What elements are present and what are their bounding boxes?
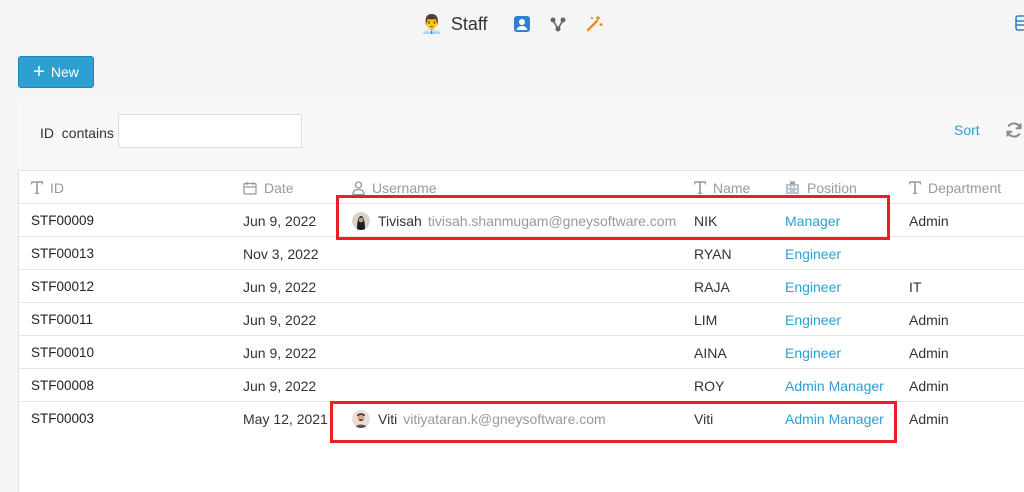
column-header-date[interactable]: Date bbox=[243, 171, 294, 204]
table-header: ID Date Username Name Position Departmen… bbox=[19, 171, 1024, 204]
magic-wand-icon[interactable] bbox=[584, 14, 604, 34]
position-link[interactable]: Admin Manager bbox=[785, 402, 884, 435]
plus-icon: + bbox=[33, 61, 45, 83]
table-row[interactable]: STF00008 Jun 9, 2022 ROY Admin Manager A… bbox=[19, 369, 1024, 402]
position-link[interactable]: Engineer bbox=[785, 237, 841, 270]
avatar bbox=[352, 211, 370, 230]
calendar-icon bbox=[243, 181, 257, 195]
user-icon bbox=[352, 180, 365, 195]
table-row[interactable]: STF00003 May 12, 2021 Viti vitiyataran.k… bbox=[19, 402, 1024, 435]
username-cell: Viti vitiyataran.k@gneysoftware.com bbox=[352, 402, 606, 435]
person-card-icon[interactable] bbox=[512, 14, 532, 34]
id-filter-input[interactable] bbox=[118, 114, 302, 148]
filter-label: ID contains bbox=[40, 125, 114, 141]
page-title: Staff bbox=[450, 13, 488, 34]
sort-button[interactable]: Sort bbox=[954, 122, 980, 138]
text-type-icon bbox=[694, 181, 706, 194]
flow-icon[interactable] bbox=[548, 14, 568, 34]
refresh-icon[interactable] bbox=[1004, 120, 1024, 145]
column-header-department[interactable]: Department bbox=[909, 171, 1001, 204]
position-link[interactable]: Engineer bbox=[785, 336, 841, 369]
text-type-icon bbox=[909, 181, 921, 194]
position-link[interactable]: Engineer bbox=[785, 270, 841, 303]
filter-panel: ID contains Sort bbox=[18, 98, 1024, 170]
table-row[interactable]: STF00010 Jun 9, 2022 AINA Engineer Admin bbox=[19, 336, 1024, 369]
title-wrap: 👨‍💼 Staff bbox=[420, 14, 603, 35]
position-link[interactable]: Admin Manager bbox=[785, 369, 884, 402]
building-icon bbox=[785, 181, 800, 194]
table-row[interactable]: STF00012 Jun 9, 2022 RAJA Engineer IT bbox=[19, 270, 1024, 303]
menu-icon[interactable] bbox=[1014, 14, 1024, 34]
username-cell: Tivisah tivisah.shanmugam@gneysoftware.c… bbox=[352, 204, 676, 237]
column-header-name[interactable]: Name bbox=[694, 171, 750, 204]
table-row[interactable]: STF00013 Nov 3, 2022 RYAN Engineer bbox=[19, 237, 1024, 270]
staff-emoji-icon: 👨‍💼 bbox=[420, 13, 443, 35]
table-row[interactable]: STF00009 Jun 9, 2022 Tivisah tivisah.sha… bbox=[19, 204, 1024, 237]
new-button-label: New bbox=[50, 64, 79, 80]
avatar bbox=[352, 409, 370, 428]
column-header-id[interactable]: ID bbox=[31, 171, 64, 204]
new-button[interactable]: + New bbox=[18, 56, 94, 88]
text-type-icon bbox=[31, 181, 43, 194]
column-header-username[interactable]: Username bbox=[352, 171, 437, 204]
position-link[interactable]: Engineer bbox=[785, 303, 841, 336]
table-row[interactable]: STF00011 Jun 9, 2022 LIM Engineer Admin bbox=[19, 303, 1024, 336]
staff-table: ID Date Username Name Position Departmen… bbox=[18, 170, 1024, 492]
column-header-position[interactable]: Position bbox=[785, 171, 857, 204]
position-link[interactable]: Manager bbox=[785, 204, 840, 237]
top-bar: 👨‍💼 Staff bbox=[0, 0, 1024, 48]
